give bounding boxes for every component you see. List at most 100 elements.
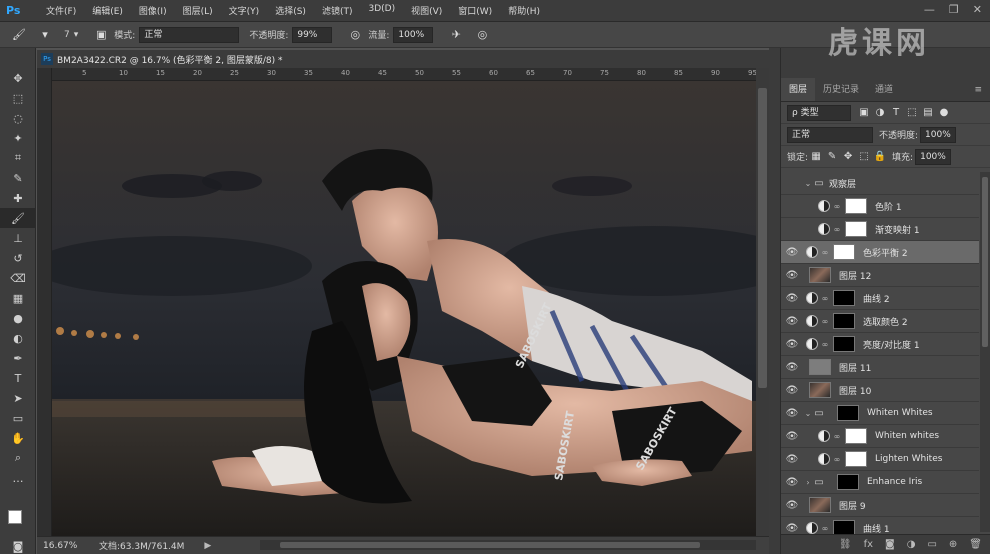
quick-mask-icon[interactable]: ◙ [0,536,36,554]
lock-position-icon[interactable]: ✥ [841,151,855,162]
mask-link-icon[interactable]: ∞ [833,202,841,211]
filter-type-icon[interactable]: T [889,107,903,118]
menu-item[interactable]: 选择(S) [267,4,314,17]
scrollbar-thumb[interactable] [280,542,700,548]
eyedropper-tool-icon[interactable]: ✎ [0,168,36,188]
flow-input[interactable]: 100% [393,26,434,43]
menu-item[interactable]: 编辑(E) [84,4,131,17]
dropdown-arrow-icon[interactable]: ▾ [36,26,54,44]
brush-size-picker[interactable]: 7 ▾ [64,30,78,40]
visibility-eye-icon[interactable]: 👁 [781,408,803,419]
mask-link-icon[interactable]: ∞ [821,294,829,303]
opacity-input[interactable]: 99% [292,26,333,43]
filter-shape-icon[interactable]: ⬚ [905,107,919,118]
add-mask-icon[interactable]: ◙ [885,539,895,550]
mask-link-icon[interactable]: ∞ [821,340,829,349]
lasso-tool-icon[interactable]: ◌ [0,108,36,128]
visibility-eye-icon[interactable]: 👁 [781,178,803,189]
visibility-eye-icon[interactable]: 👁 [781,523,803,534]
layer-filter-select[interactable]: ρ 类型 [787,104,851,121]
lock-image-icon[interactable]: ✎ [825,151,839,162]
layer-row[interactable]: 👁 ∞ 色阶 1 [781,195,979,218]
pen-tool-icon[interactable]: ✒ [0,348,36,368]
document-tab[interactable]: Ps BM2A3422.CR2 @ 16.7% (色彩平衡 2, 图层蒙版/8)… [37,50,769,68]
blend-mode-select[interactable]: 正常 [787,126,873,143]
brush-panel-icon[interactable]: ▣ [92,26,110,44]
chevron-down-icon[interactable]: ⌄ [803,179,813,188]
layer-thumbnail[interactable] [809,382,831,398]
visibility-eye-icon[interactable]: 👁 [781,270,803,281]
lock-all-icon[interactable]: 🔒 [873,151,887,162]
new-group-icon[interactable]: ▭ [927,539,936,550]
pressure-opacity-icon[interactable]: ◎ [346,26,364,44]
layers-scrollbar[interactable] [980,172,990,532]
gradient-tool-icon[interactable]: ▦ [0,288,36,308]
menu-item[interactable]: 图层(L) [175,4,221,17]
menu-item[interactable]: 帮助(H) [500,4,548,17]
canvas-vertical-scrollbar[interactable] [756,68,769,536]
layer-row[interactable]: 👁 ∞ 色彩平衡 2 [781,241,979,264]
airbrush-icon[interactable]: ✈ [447,26,465,44]
menu-item[interactable]: 3D(D) [360,4,403,17]
layer-row[interactable]: 👁 ∞ 亮度/对比度 1 [781,333,979,356]
layer-row[interactable]: 👁⌄▭ 观察层 [781,172,979,195]
canvas-horizontal-scrollbar[interactable] [260,540,756,550]
layer-mask-thumbnail[interactable] [837,474,859,490]
layer-mask-thumbnail[interactable] [845,221,867,237]
visibility-eye-icon[interactable]: 👁 [781,201,803,212]
crop-tool-icon[interactable]: ⌗ [0,148,36,168]
delete-layer-icon[interactable]: 🗑 [969,539,982,550]
layer-row[interactable]: 👁 图层 10 [781,379,979,402]
menu-item[interactable]: 文字(Y) [221,4,268,17]
layer-thumbnail[interactable] [809,359,831,375]
menu-item[interactable]: 滤镜(T) [314,4,361,17]
path-selection-tool-icon[interactable]: ➤ [0,388,36,408]
panel-menu-icon[interactable]: ≡ [966,78,990,101]
tab-layers[interactable]: 图层 [781,78,816,101]
new-adjustment-icon[interactable]: ◑ [907,539,916,550]
filter-adjustment-icon[interactable]: ◑ [873,107,887,118]
menu-item[interactable]: 窗口(W) [450,4,500,17]
mode-select[interactable]: 正常 [139,26,240,43]
healing-brush-tool-icon[interactable]: ✚ [0,188,36,208]
layer-opacity-input[interactable]: 100% [920,126,957,143]
mask-link-icon[interactable]: ∞ [821,248,829,257]
scrollbar-thumb[interactable] [982,177,988,347]
zoom-tool-icon[interactable]: ⌕ [0,448,36,468]
stamp-tool-icon[interactable]: ⊥ [0,228,36,248]
layer-thumbnail[interactable] [809,497,831,513]
pressure-size-icon[interactable]: ◎ [473,26,491,44]
layer-row[interactable]: 👁 ∞ 曲线 2 [781,287,979,310]
layer-row[interactable]: 👁 ∞ Whiten whites [781,425,979,448]
layer-row[interactable]: 👁 ∞ 选取颜色 2 [781,310,979,333]
document-canvas[interactable]: SABOSKIRT SABOSKIRT SABOSKIRT [52,81,756,536]
visibility-eye-icon[interactable]: 👁 [781,339,803,350]
mask-link-icon[interactable]: ∞ [833,432,841,441]
layer-row[interactable]: 👁 图层 9 [781,494,979,517]
eraser-tool-icon[interactable]: ⌫ [0,268,36,288]
fill-input[interactable]: 100% [915,148,952,165]
chevron-right-icon[interactable]: › [803,478,813,487]
filter-pixel-icon[interactable]: ▣ [857,107,871,118]
menu-item[interactable]: 图像(I) [131,4,175,17]
menu-item[interactable]: 文件(F) [38,4,84,17]
visibility-eye-icon[interactable]: 👁 [781,454,803,465]
layer-row[interactable]: 👁 › ▭ Enhance Iris [781,471,979,494]
panel-collapse-strip[interactable] [769,48,781,554]
layer-thumbnail[interactable] [809,267,831,283]
visibility-eye-icon[interactable]: 👁 [781,293,803,304]
tab-history[interactable]: 历史记录 [815,78,867,101]
brush-tool-icon[interactable]: 🖌 [10,26,28,44]
layer-mask-thumbnail[interactable] [833,290,855,306]
new-layer-icon[interactable]: ⊕ [949,539,957,550]
layer-row[interactable]: 👁 图层 12 [781,264,979,287]
layer-mask-thumbnail[interactable] [833,313,855,329]
layer-row[interactable]: 👁 ⌄ ▭ Whiten Whites [781,402,979,425]
layer-style-icon[interactable]: fx [864,539,873,550]
visibility-eye-icon[interactable]: 👁 [781,431,803,442]
mask-link-icon[interactable]: ∞ [821,317,829,326]
menu-item[interactable]: 视图(V) [403,4,450,17]
tab-channels[interactable]: 通道 [867,78,901,101]
magic-wand-tool-icon[interactable]: ✦ [0,128,36,148]
visibility-eye-icon[interactable]: 👁 [781,362,803,373]
